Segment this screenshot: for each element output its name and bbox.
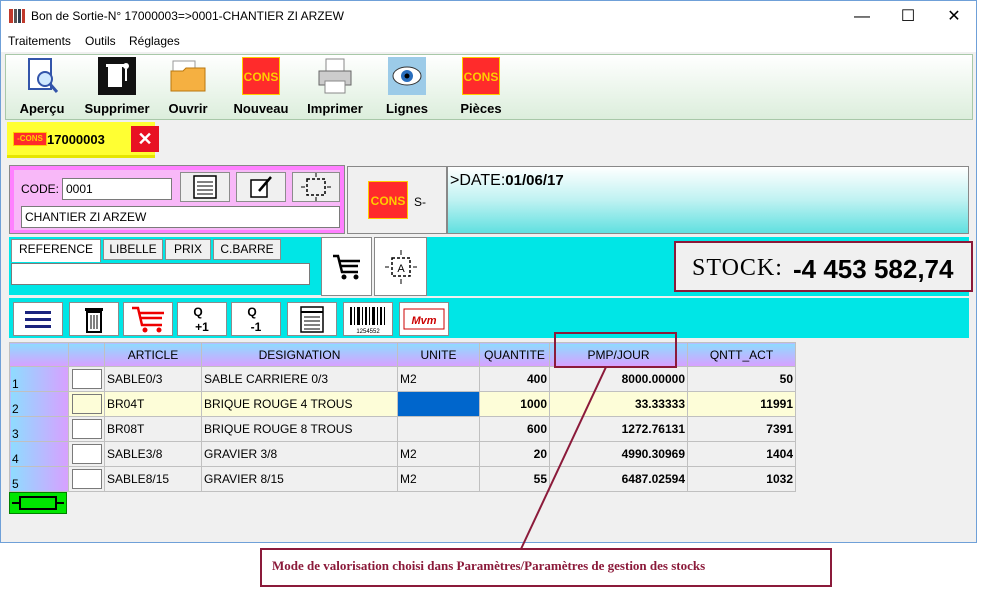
annotation-callout: Mode de valorisation choisi dans Paramèt… [260, 548, 832, 587]
callout-text: Mode de valorisation choisi dans Paramèt… [272, 558, 706, 573]
callout-connector [520, 332, 677, 550]
